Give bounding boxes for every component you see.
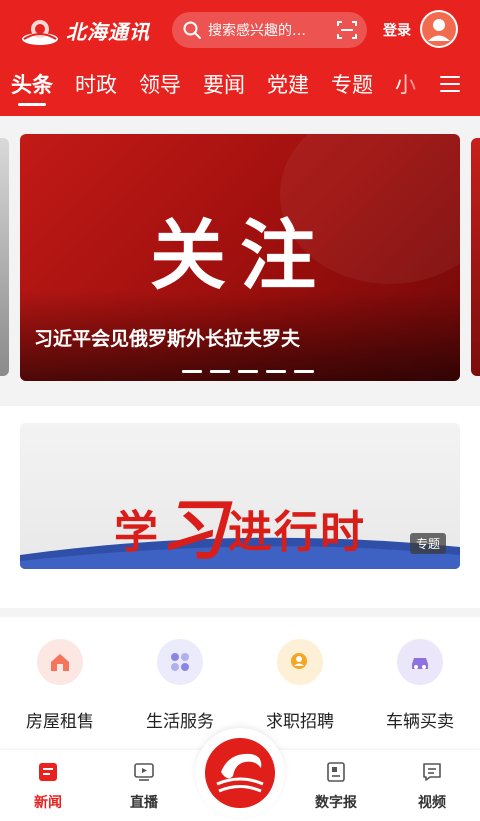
- tab-leaders[interactable]: 领导: [128, 66, 192, 106]
- banner-text-a: 学: [114, 507, 160, 558]
- indicator-dot[interactable]: [210, 370, 230, 373]
- app-root: 北海通讯 搜索感兴趣的… 登录 头条 时政 领导 要闻 党建 专题 关注 习近平…: [0, 0, 480, 821]
- newspaper-icon: [327, 762, 345, 782]
- indicator-dot[interactable]: [182, 370, 202, 373]
- headline-carousel[interactable]: 关注 习近平会见俄罗斯外长拉夫罗夫: [0, 116, 480, 406]
- indicator-dot[interactable]: [294, 370, 314, 373]
- video-chat-icon: [423, 763, 441, 781]
- nav-label: 直播: [130, 795, 158, 811]
- search-icon: [183, 21, 201, 39]
- center-home-button[interactable]: [205, 738, 275, 808]
- service-life[interactable]: 生活服务: [120, 617, 240, 747]
- car-icon: [412, 658, 428, 669]
- house-icon: [51, 654, 69, 671]
- carousel-indicator: [182, 370, 322, 373]
- service-icon-bg: [157, 639, 203, 685]
- tab-headlines[interactable]: 头条: [0, 66, 64, 106]
- service-icon-bg: [397, 639, 443, 685]
- tabs-fade: [398, 66, 430, 106]
- indicator-dot[interactable]: [238, 370, 258, 373]
- news-icon: [39, 763, 57, 781]
- app-name: 北海通讯: [66, 19, 150, 44]
- service-label: 求职招聘: [266, 712, 334, 732]
- tab-politics[interactable]: 时政: [64, 66, 128, 106]
- service-label: 生活服务: [146, 712, 214, 732]
- carousel-prev-peek: [0, 138, 9, 376]
- menu-icon[interactable]: [440, 76, 460, 94]
- service-house-rental[interactable]: 房屋租售: [0, 617, 120, 747]
- nav-label: 新闻: [34, 795, 62, 811]
- user-avatar-icon: [422, 12, 456, 46]
- tab-party-building[interactable]: 党建: [256, 66, 320, 106]
- tab-news[interactable]: 要闻: [192, 66, 256, 106]
- service-label: 房屋租售: [26, 712, 94, 732]
- live-tv-icon: [134, 763, 154, 781]
- carousel-slide[interactable]: 关注 习近平会见俄罗斯外长拉夫罗夫: [20, 134, 460, 381]
- header-bar: 北海通讯 搜索感兴趣的… 登录 头条 时政 领导 要闻 党建 专题: [0, 0, 480, 116]
- slide-title-graphic: 关注: [150, 211, 330, 300]
- avatar[interactable]: [420, 10, 458, 48]
- search-bar[interactable]: 搜索感兴趣的…: [172, 12, 367, 48]
- tab-special[interactable]: 专题: [320, 66, 384, 106]
- nav-label: 数字报: [315, 795, 357, 811]
- service-icon-bg: [277, 639, 323, 685]
- service-icon-bg: [37, 639, 83, 685]
- nav-live[interactable]: 直播: [104, 750, 184, 821]
- slide-caption: 习近平会见俄罗斯外长拉夫罗夫: [34, 328, 301, 350]
- search-placeholder: 搜索感兴趣的…: [208, 23, 306, 39]
- special-badge: 专题: [409, 533, 446, 554]
- nav-news[interactable]: 新闻: [8, 750, 88, 821]
- service-cars[interactable]: 车辆买卖: [360, 617, 480, 747]
- special-topic-banner[interactable]: 学习进行时 专题: [20, 423, 460, 569]
- app-logo[interactable]: 北海通讯: [20, 12, 160, 48]
- service-jobs[interactable]: 求职招聘: [240, 617, 360, 747]
- job-search-icon: [291, 653, 307, 669]
- service-label: 车辆买卖: [386, 712, 454, 732]
- section-divider: [0, 608, 480, 617]
- grid-service-icon: [171, 653, 189, 671]
- dolphin-logo-icon: [216, 753, 264, 793]
- banner-text-c: 进行时: [228, 507, 366, 558]
- nav-label: 视频: [418, 795, 446, 811]
- nav-digital-paper[interactable]: 数字报: [296, 750, 376, 821]
- banner-text-b: 习: [160, 491, 228, 569]
- channel-tabs: 头条 时政 领导 要闻 党建 专题 小: [0, 66, 430, 106]
- logo-emblem-icon: [22, 20, 58, 45]
- scan-icon[interactable]: [337, 20, 357, 40]
- carousel-next-peek: [471, 138, 480, 376]
- banner-title: 学习进行时: [20, 471, 460, 569]
- login-link[interactable]: 登录: [383, 20, 411, 40]
- indicator-dot[interactable]: [266, 370, 286, 373]
- nav-video[interactable]: 视频: [392, 750, 472, 821]
